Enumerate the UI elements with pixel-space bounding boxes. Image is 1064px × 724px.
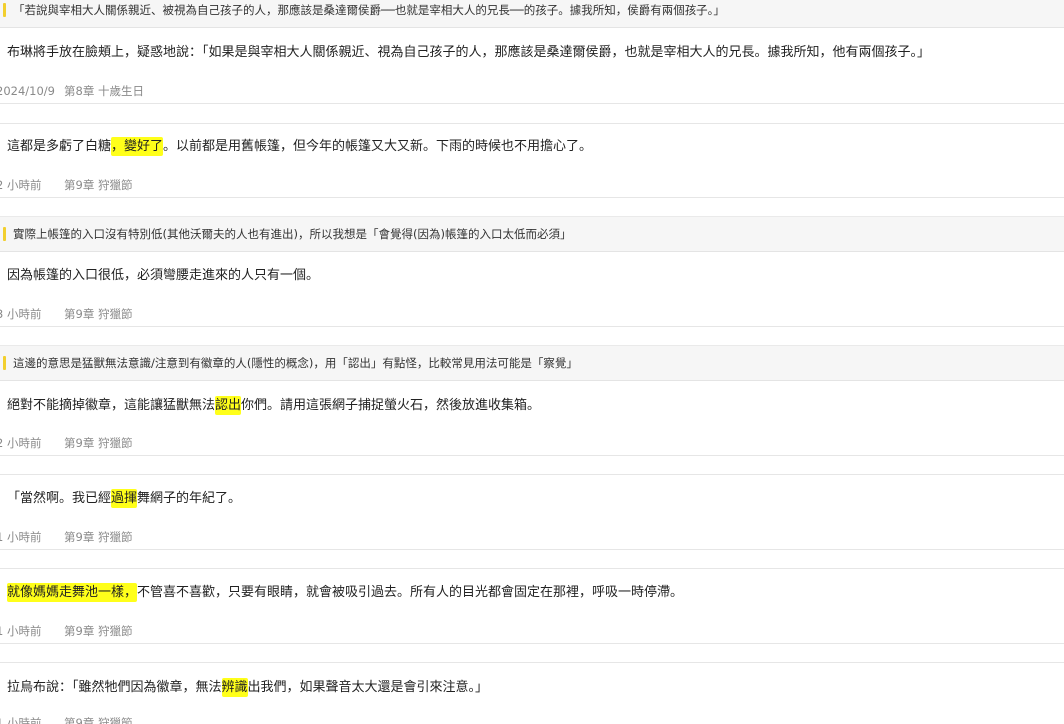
chapter-link[interactable]: 第9章 狩獵節 (64, 710, 132, 724)
comment-meta: 1 小時前 第9章 狩獵節 (0, 710, 1064, 724)
highlighted-text: 就像媽媽走舞池一樣， (7, 583, 138, 602)
timestamp: 1 小時前 (0, 624, 42, 638)
chapter-link[interactable]: 第9章 狩獵節 (64, 524, 132, 550)
quoted-source-text: 「若說與宰相大人關係親近、被視為自己孩子的人，那應該是桑達爾侯爵──也就是宰相大… (0, 0, 1064, 28)
quote-text: 「若說與宰相大人關係親近、被視為自己孩子的人，那應該是桑達爾侯爵──也就是宰相大… (13, 3, 725, 17)
comment-feed: 「若說與宰相大人關係親近、被視為自己孩子的人，那應該是桑達爾侯爵──也就是宰相大… (0, 0, 1064, 724)
divider (0, 568, 1064, 569)
suggestion-text: 因為帳篷的入口很低，必須彎腰走進來的人只有一個。 (7, 268, 320, 283)
chapter-link[interactable]: 第8章 十歲生日 (64, 78, 144, 104)
quote-text: 實際上帳篷的入口沒有特別低(其他沃爾夫的人也有進出)，所以我想是「會覺得(因為)… (13, 227, 572, 241)
timestamp: 2 小時前 (0, 178, 42, 192)
suggestion-text: 絕對不能摘掉徽章，這能讓猛獸無法認出你們。請用這張網子捕捉螢火石，然後放進收集箱… (7, 396, 541, 415)
comment-meta: 1 小時前 第9章 狩獵節 (0, 618, 1064, 644)
timestamp: 2024/10/9 (0, 84, 55, 98)
quote-marker-bar (3, 3, 6, 17)
chapter-link[interactable]: 第9章 狩獵節 (64, 301, 132, 327)
chapter-link[interactable]: 第9章 狩獵節 (64, 618, 132, 644)
quote-marker-bar (3, 227, 6, 241)
chapter-link[interactable]: 第9章 狩獵節 (64, 172, 132, 198)
comment-meta: 2 小時前 第9章 狩獵節 (0, 172, 1064, 198)
divider (0, 662, 1064, 663)
suggestion-text: 就像媽媽走舞池一樣，不管喜不喜歡，只要有眼睛，就會被吸引過去。所有人的目光都會固… (7, 583, 684, 602)
quote-marker-bar (3, 356, 6, 370)
suggestion-text: 拉烏布說：「雖然牠們因為徽章，無法辨識出我們，如果聲音太大還是會引來注意。」 (7, 678, 489, 697)
suggestion-text: 布琳將手放在臉頰上，疑惑地說：「如果是與宰相大人關係親近、視為自己孩子的人，那應… (7, 45, 931, 60)
divider (0, 123, 1064, 124)
timestamp: 2 小時前 (0, 436, 42, 450)
comment-meta: 3 小時前 第9章 狩獵節 (0, 301, 1064, 327)
quoted-source-text: 實際上帳篷的入口沒有特別低(其他沃爾夫的人也有進出)，所以我想是「會覺得(因為)… (0, 216, 1064, 252)
timestamp: 1 小時前 (0, 716, 42, 724)
divider (0, 474, 1064, 475)
highlighted-text: ，變好了 (111, 137, 164, 156)
highlighted-text: 過揮 (111, 489, 138, 508)
timestamp: 1 小時前 (0, 530, 42, 544)
quoted-source-text: 這邊的意思是猛獸無法意識/注意到有徽章的人(隱性的概念)，用「認出」有點怪，比較… (0, 345, 1064, 381)
highlighted-text: 辨識 (221, 678, 248, 697)
highlighted-text: 認出 (215, 396, 242, 415)
comment-meta: 2 小時前 第9章 狩獵節 (0, 430, 1064, 456)
comment-meta: 1 小時前 第9章 狩獵節 (0, 524, 1064, 550)
comment-meta: 2024/10/9 第8章 十歲生日 (0, 78, 1064, 104)
suggestion-text: 「當然啊。我已經過揮舞網子的年紀了。 (7, 489, 242, 508)
timestamp: 3 小時前 (0, 307, 42, 321)
chapter-link[interactable]: 第9章 狩獵節 (64, 430, 132, 456)
quote-text: 這邊的意思是猛獸無法意識/注意到有徽章的人(隱性的概念)，用「認出」有點怪，比較… (13, 356, 578, 370)
suggestion-text: 這都是多虧了白糖，變好了。以前都是用舊帳篷，但今年的帳篷又大又新。下雨的時候也不… (7, 137, 593, 156)
